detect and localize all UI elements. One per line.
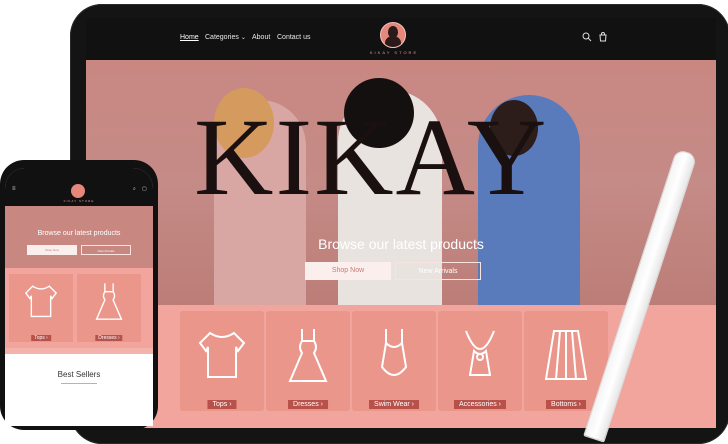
nav-categories[interactable]: Categories ⌄ xyxy=(205,34,246,41)
category-swim-wear[interactable]: Swim Wear › xyxy=(352,311,436,411)
best-sellers-title: Best Sellers xyxy=(57,370,101,379)
category-label: Accessories › xyxy=(453,400,507,409)
hero-banner: KIKAY Browse our latest products Shop No… xyxy=(86,60,716,305)
category-dresses[interactable]: Dresses › xyxy=(266,311,350,411)
category-tops[interactable]: Tops › xyxy=(180,311,264,411)
phone-store-logo[interactable] xyxy=(71,184,85,198)
phone-hero-title: Browse our latest products xyxy=(37,230,121,237)
phone-category-dresses[interactable]: Dresses › xyxy=(77,274,141,342)
nav-contact[interactable]: Contact us xyxy=(277,34,310,41)
phone-shop-now-button[interactable]: Shop Now xyxy=(27,245,77,255)
nav-about[interactable]: About xyxy=(252,34,270,41)
phone-brand-name: KIKAY STORE xyxy=(63,199,95,203)
nav-categories-label: Categories xyxy=(205,34,239,41)
category-accessories[interactable]: Accessories › xyxy=(438,311,522,411)
top-nav: Home Categories ⌄ About Contact us KIKAY… xyxy=(86,18,716,60)
phone-category-section: Tops › Dresses › xyxy=(5,268,153,348)
dress-icon xyxy=(288,329,328,382)
nav-home[interactable]: Home xyxy=(180,34,199,41)
shop-now-button[interactable]: Shop Now xyxy=(305,262,391,280)
category-label: Bottoms › xyxy=(546,400,586,409)
chevron-down-icon: ⌄ xyxy=(240,35,246,41)
cart-icon[interactable] xyxy=(598,32,608,42)
dress-icon xyxy=(95,283,123,320)
category-label: Dresses › xyxy=(288,400,328,409)
category-label: Dresses › xyxy=(95,335,123,341)
phone-hero: Browse our latest products Shop Now New … xyxy=(5,206,153,268)
new-arrivals-button[interactable]: New Arrivals xyxy=(395,262,481,280)
search-icon[interactable] xyxy=(582,32,592,42)
title-underline xyxy=(61,383,97,384)
category-label: Tops › xyxy=(31,335,51,341)
category-label: Tops › xyxy=(207,400,237,409)
top-icon xyxy=(24,285,58,318)
phone-search-icon[interactable]: ⌕ xyxy=(133,186,136,192)
hero-brand-word: KIKAY xyxy=(194,96,549,218)
brand-name: KIKAY STORE xyxy=(369,50,419,55)
phone-cart-icon[interactable]: ▢ xyxy=(142,186,147,192)
skirt-icon xyxy=(544,330,588,380)
phone-nav: ≡ KIKAY STORE ⌕ ▢ xyxy=(5,168,153,206)
swimwear-icon xyxy=(380,329,408,376)
top-icon xyxy=(198,331,246,378)
store-logo[interactable] xyxy=(380,22,406,48)
phone-screen: ≡ KIKAY STORE ⌕ ▢ Browse our latest prod… xyxy=(5,168,153,426)
phone-new-arrivals-button[interactable]: New Arrivals xyxy=(81,245,131,255)
hero-title: Browse our latest products xyxy=(318,236,484,252)
category-label: Swim Wear › xyxy=(369,400,419,409)
phone-category-tops[interactable]: Tops › xyxy=(9,274,73,342)
necklace-icon xyxy=(465,330,495,376)
menu-icon[interactable]: ≡ xyxy=(12,186,16,192)
best-sellers-section: Best Sellers xyxy=(5,354,153,426)
